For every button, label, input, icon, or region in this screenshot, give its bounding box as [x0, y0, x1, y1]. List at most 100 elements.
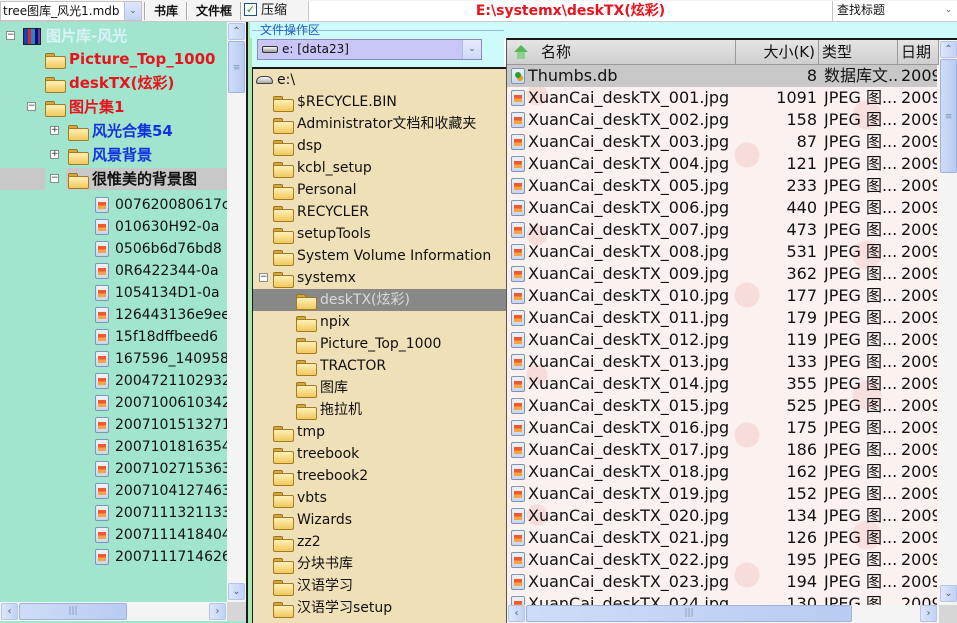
file-row[interactable]: XuanCai_deskTX_007.jpg 473 JPEG 图...2009 — [507, 219, 937, 241]
file-list-horizontal-scrollbar[interactable]: ‹ ||| › — [507, 605, 939, 623]
tree-node[interactable]: + 风光合集54 — [0, 120, 227, 142]
tree-file-item[interactable]: 2007100610342 — [0, 392, 227, 414]
scroll-down-icon[interactable]: ⌄ — [228, 583, 245, 600]
file-list-vertical-scrollbar[interactable]: ⌃ ≡ ⌄ — [939, 40, 957, 605]
collapse-icon[interactable]: − — [259, 273, 268, 282]
scroll-up-icon[interactable]: ⌃ — [228, 23, 245, 40]
tree-file-item[interactable]: 2007104127463 — [0, 480, 227, 502]
tree-file-item[interactable]: 167596_140958 — [0, 348, 227, 370]
tree-node[interactable]: − 很惟美的背景图 — [0, 168, 227, 190]
column-header-type[interactable]: 类型 — [819, 40, 898, 65]
file-row[interactable]: XuanCai_deskTX_008.jpg 531 JPEG 图...2009 — [507, 241, 937, 263]
file-row[interactable]: XuanCai_deskTX_019.jpg 152 JPEG 图...2009 — [507, 483, 937, 505]
tree-file-item[interactable]: 2007111321133 — [0, 502, 227, 524]
dir-node[interactable]: TRACTOR — [253, 355, 506, 377]
dir-node[interactable]: RECYCLER — [253, 201, 506, 223]
file-row[interactable]: XuanCai_deskTX_023.jpg 194 JPEG 图...2009 — [507, 571, 937, 593]
file-row[interactable]: XuanCai_deskTX_003.jpg 87 JPEG 图...2009 — [507, 131, 937, 153]
home-icon[interactable] — [514, 45, 528, 59]
tree-file-item[interactable]: 126443136e9ee — [0, 304, 227, 326]
tree-node[interactable]: deskTX(炫彩) — [0, 72, 227, 94]
dir-node[interactable]: 汉语学习 — [253, 575, 506, 597]
file-row[interactable]: XuanCai_deskTX_021.jpg 126 JPEG 图...2009 — [507, 527, 937, 549]
file-row[interactable]: XuanCai_deskTX_024.jpg 130 JPEG 图...2009 — [507, 593, 937, 605]
dir-node[interactable]: System Volume Information — [253, 245, 506, 267]
tree-node[interactable]: Picture_Top_1000 — [0, 48, 227, 70]
tree-vertical-scrollbar[interactable]: ⌃ ≡ ⌄ — [227, 22, 246, 602]
tree-file-item[interactable]: 0R6422344-0a — [0, 260, 227, 282]
scroll-down-icon[interactable]: ⌄ — [940, 585, 957, 602]
scroll-left-icon[interactable]: ‹ — [508, 605, 525, 622]
dir-node[interactable]: 拖拉机 — [253, 399, 506, 421]
tree-horizontal-scrollbar[interactable]: ‹ ||| › — [0, 602, 227, 621]
dir-node[interactable]: setupTools — [253, 223, 506, 245]
file-row[interactable]: XuanCai_deskTX_014.jpg 355 JPEG 图...2009 — [507, 373, 937, 395]
scroll-thumb[interactable]: ≡ — [940, 59, 957, 173]
scroll-thumb[interactable]: ||| — [19, 603, 127, 620]
search-mode-combo[interactable]: 查找标题 ⌄ — [832, 1, 957, 21]
dir-node[interactable]: dsp — [253, 135, 506, 157]
tree-file-item[interactable]: 010630H92-0a — [0, 216, 227, 238]
file-row[interactable]: XuanCai_deskTX_012.jpg 119 JPEG 图...2009 — [507, 329, 937, 351]
chevron-down-icon[interactable]: ⌄ — [124, 2, 141, 20]
database-file-combo[interactable]: tree图库_风光1.mdb ⌄ — [0, 1, 142, 21]
collapse-icon[interactable]: − — [6, 31, 15, 40]
file-row[interactable]: XuanCai_deskTX_006.jpg 440 JPEG 图...2009 — [507, 197, 937, 219]
tree-file-item[interactable]: 2004721102932 — [0, 370, 227, 392]
tree-file-item[interactable]: 2007101816354 — [0, 436, 227, 458]
file-row[interactable]: XuanCai_deskTX_013.jpg 133 JPEG 图...2009 — [507, 351, 937, 373]
expand-icon[interactable]: + — [50, 150, 59, 159]
tree-file-item[interactable]: 2007111714626 — [0, 546, 227, 568]
tree-root-node[interactable]: − 图片库-风光 — [0, 25, 227, 47]
file-row[interactable]: XuanCai_deskTX_020.jpg 134 JPEG 图...2009 — [507, 505, 937, 527]
dir-node[interactable]: − systemx — [253, 267, 506, 289]
column-header-date[interactable]: 日期 — [898, 40, 939, 65]
dir-node[interactable]: Picture_Top_1000 — [253, 333, 506, 355]
dir-node[interactable]: deskTX(炫彩) — [253, 289, 506, 311]
file-row[interactable]: XuanCai_deskTX_018.jpg 162 JPEG 图...2009 — [507, 461, 937, 483]
expand-icon[interactable]: + — [50, 126, 59, 135]
dir-node[interactable]: 分块书库 — [253, 553, 506, 575]
library-button[interactable]: 书库 — [148, 2, 184, 20]
file-row[interactable]: XuanCai_deskTX_017.jpg 186 JPEG 图...2009 — [507, 439, 937, 461]
file-row[interactable]: XuanCai_deskTX_022.jpg 195 JPEG 图...2009 — [507, 549, 937, 571]
dir-node[interactable]: treebook2 — [253, 465, 506, 487]
file-row[interactable]: XuanCai_deskTX_002.jpg 158 JPEG 图...2009 — [507, 109, 937, 131]
file-row[interactable]: Thumbs.db 8 数据库文..2009 — [507, 65, 937, 87]
file-box-button[interactable]: 文件框 — [190, 2, 238, 20]
scroll-thumb[interactable]: ≡ — [228, 41, 245, 93]
tree-file-item[interactable]: 0506b6d76bd8 — [0, 238, 227, 260]
file-row[interactable]: XuanCai_deskTX_004.jpg 121 JPEG 图...2009 — [507, 153, 937, 175]
tree-node[interactable]: + 风景背景 — [0, 144, 227, 166]
tree-file-item[interactable]: 2007101513271 — [0, 414, 227, 436]
dir-node[interactable]: zz2 — [253, 531, 506, 553]
scroll-right-icon[interactable]: › — [209, 603, 226, 620]
file-row[interactable]: XuanCai_deskTX_015.jpg 525 JPEG 图...2009 — [507, 395, 937, 417]
chevron-down-icon[interactable]: ⌄ — [940, 1, 957, 19]
file-row[interactable]: XuanCai_deskTX_011.jpg 179 JPEG 图...2009 — [507, 307, 937, 329]
file-row[interactable]: XuanCai_deskTX_001.jpg 1091 JPEG 图...2009 — [507, 87, 937, 109]
collapse-icon[interactable]: − — [50, 174, 59, 183]
collapse-icon[interactable]: − — [27, 102, 36, 111]
tree-file-item[interactable]: 2007102715363 — [0, 458, 227, 480]
dir-node[interactable]: 汉语学习setup — [253, 597, 506, 619]
file-row[interactable]: XuanCai_deskTX_009.jpg 362 JPEG 图...2009 — [507, 263, 937, 285]
dir-node[interactable]: kcbl_setup — [253, 157, 506, 179]
scroll-right-icon[interactable]: › — [920, 605, 937, 622]
scroll-left-icon[interactable]: ‹ — [1, 603, 18, 620]
column-header-size[interactable]: 大小(K) — [736, 40, 819, 65]
drive-select[interactable]: e: [data23] ⌄ — [257, 39, 482, 60]
tree-file-item[interactable]: 1054134D1-0a — [0, 282, 227, 304]
dir-node[interactable]: treebook — [253, 443, 506, 465]
dir-node[interactable]: 图库 — [253, 377, 506, 399]
scroll-up-icon[interactable]: ⌃ — [940, 41, 957, 58]
dir-node[interactable]: npix — [253, 311, 506, 333]
tree-file-item[interactable]: 15f18dffbeed6 — [0, 326, 227, 348]
dir-node[interactable]: Wizards — [253, 509, 506, 531]
tree-node[interactable]: − 图片集1 — [0, 96, 227, 118]
column-header-name[interactable]: 名称 — [507, 40, 736, 65]
tree-file-item[interactable]: 007620080617c — [0, 194, 227, 216]
chevron-down-icon[interactable]: ⌄ — [462, 40, 481, 59]
scroll-thumb[interactable]: ||| — [526, 605, 852, 622]
dir-node[interactable]: $RECYCLE.BIN — [253, 91, 506, 113]
